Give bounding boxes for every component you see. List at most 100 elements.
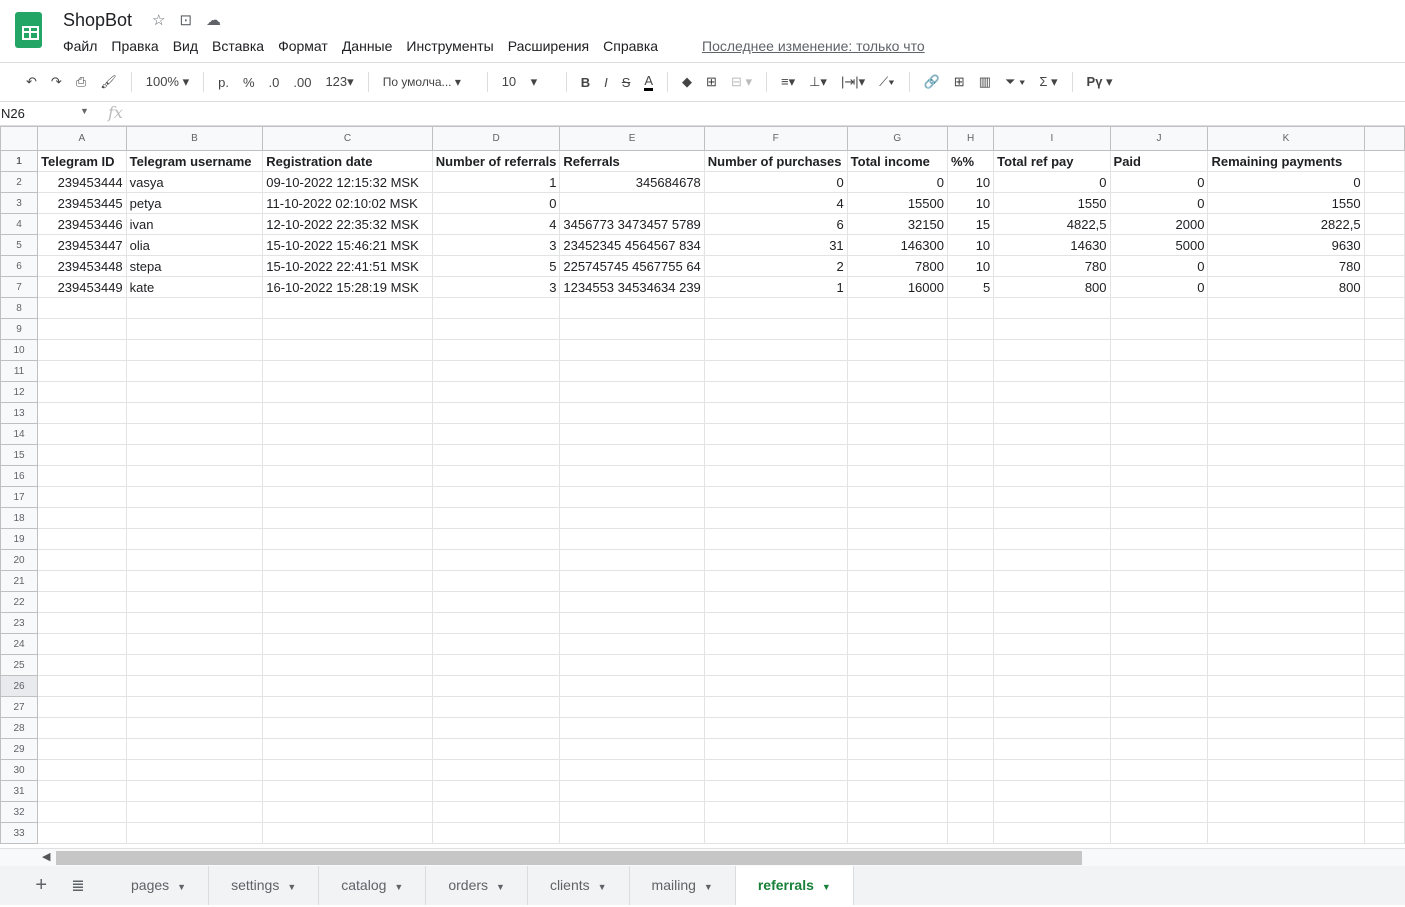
cell[interactable] (703, 381, 848, 403)
cell[interactable] (946, 591, 995, 613)
cell[interactable]: 7800 (846, 255, 948, 277)
header-cell[interactable]: Registration date (262, 150, 433, 172)
cell[interactable]: 0 (1109, 276, 1209, 298)
cell[interactable] (1207, 339, 1365, 361)
cell[interactable] (1363, 654, 1405, 676)
cell[interactable] (37, 612, 127, 634)
cell[interactable] (125, 318, 264, 340)
menu-item[interactable]: Справка (603, 38, 658, 54)
cell[interactable] (262, 675, 433, 697)
cell[interactable]: 800 (1207, 276, 1365, 298)
row-header[interactable]: 1 (0, 150, 39, 172)
cell[interactable]: kate (125, 276, 264, 298)
cell[interactable] (262, 528, 433, 550)
row-header[interactable]: 31 (0, 780, 39, 802)
text-rotate-icon[interactable]: ⟋▾ (879, 74, 894, 90)
paint-format-icon[interactable]: 🖌 (100, 74, 117, 90)
cell[interactable] (37, 696, 127, 718)
row-header[interactable]: 28 (0, 717, 39, 739)
cell[interactable] (37, 465, 127, 487)
cell[interactable] (993, 339, 1111, 361)
cell[interactable] (559, 192, 705, 214)
cell[interactable] (946, 717, 995, 739)
cell[interactable]: olia (125, 234, 264, 256)
chevron-down-icon[interactable]: ▼ (598, 882, 607, 892)
cell[interactable]: 239453447 (37, 234, 127, 256)
cell[interactable] (846, 738, 948, 760)
cell[interactable] (946, 675, 995, 697)
cell[interactable] (846, 528, 948, 550)
menu-item[interactable]: Данные (342, 38, 393, 54)
cell[interactable]: vasya (125, 171, 264, 193)
cell[interactable]: 32150 (846, 213, 948, 235)
cell[interactable] (703, 402, 848, 424)
cell[interactable] (125, 402, 264, 424)
cell[interactable]: 2822,5 (1207, 213, 1365, 235)
cell[interactable] (1109, 297, 1209, 319)
cell[interactable] (559, 696, 705, 718)
cell[interactable] (37, 633, 127, 655)
cell[interactable] (559, 507, 705, 529)
cell[interactable] (262, 549, 433, 571)
cell[interactable] (262, 738, 433, 760)
cell[interactable] (125, 738, 264, 760)
cell[interactable] (1207, 570, 1365, 592)
cell[interactable] (993, 507, 1111, 529)
cell[interactable] (946, 339, 995, 361)
cell[interactable] (559, 381, 705, 403)
cell[interactable]: 3456773 3473457 5789 (559, 213, 705, 235)
cell[interactable] (1207, 297, 1365, 319)
cell[interactable] (846, 654, 948, 676)
cell[interactable] (1207, 633, 1365, 655)
header-cell[interactable]: Remaining payments (1207, 150, 1365, 172)
redo-icon[interactable]: ↷ (51, 74, 62, 90)
cell[interactable] (993, 759, 1111, 781)
cell[interactable] (993, 612, 1111, 634)
cell[interactable] (1363, 465, 1405, 487)
cell[interactable] (993, 318, 1111, 340)
cell[interactable] (262, 423, 433, 445)
cell[interactable] (1363, 507, 1405, 529)
chevron-down-icon[interactable]: ▼ (177, 882, 186, 892)
cell[interactable] (1109, 675, 1209, 697)
cell[interactable] (846, 612, 948, 634)
cell[interactable] (993, 633, 1111, 655)
cell[interactable] (993, 570, 1111, 592)
cell[interactable]: 780 (993, 255, 1111, 277)
strikethrough-button[interactable]: S (622, 75, 631, 90)
link-icon[interactable]: 🔗 (924, 74, 940, 90)
row-header[interactable]: 33 (0, 822, 39, 844)
cell[interactable] (262, 507, 433, 529)
cell[interactable] (125, 633, 264, 655)
menu-item[interactable]: Вид (173, 38, 198, 54)
cell[interactable] (1363, 612, 1405, 634)
cell[interactable] (703, 297, 848, 319)
cell[interactable] (846, 339, 948, 361)
cell[interactable] (846, 633, 948, 655)
cell[interactable] (993, 717, 1111, 739)
cell[interactable] (559, 549, 705, 571)
cell[interactable] (946, 444, 995, 466)
cell[interactable] (703, 822, 848, 844)
cell[interactable]: 15500 (846, 192, 948, 214)
cell[interactable] (1363, 360, 1405, 382)
cell[interactable] (559, 633, 705, 655)
cell[interactable]: petya (125, 192, 264, 214)
row-header[interactable]: 26 (0, 675, 39, 697)
header-cell[interactable] (1363, 150, 1405, 172)
cell[interactable] (1207, 738, 1365, 760)
chevron-down-icon[interactable]: ▼ (704, 882, 713, 892)
cell[interactable] (703, 633, 848, 655)
add-sheet-icon[interactable]: + (0, 874, 47, 897)
borders-icon[interactable]: ⊞ (706, 74, 717, 90)
row-header[interactable]: 29 (0, 738, 39, 760)
cell[interactable]: 1234553 34534634 239 (559, 276, 705, 298)
cell[interactable] (1363, 675, 1405, 697)
cell[interactable] (559, 801, 705, 823)
cell[interactable] (1207, 612, 1365, 634)
cell[interactable] (262, 696, 433, 718)
cell[interactable] (703, 570, 848, 592)
cell[interactable] (125, 717, 264, 739)
cell[interactable]: 09-10-2022 12:15:32 MSK (262, 171, 433, 193)
cell[interactable] (431, 402, 561, 424)
